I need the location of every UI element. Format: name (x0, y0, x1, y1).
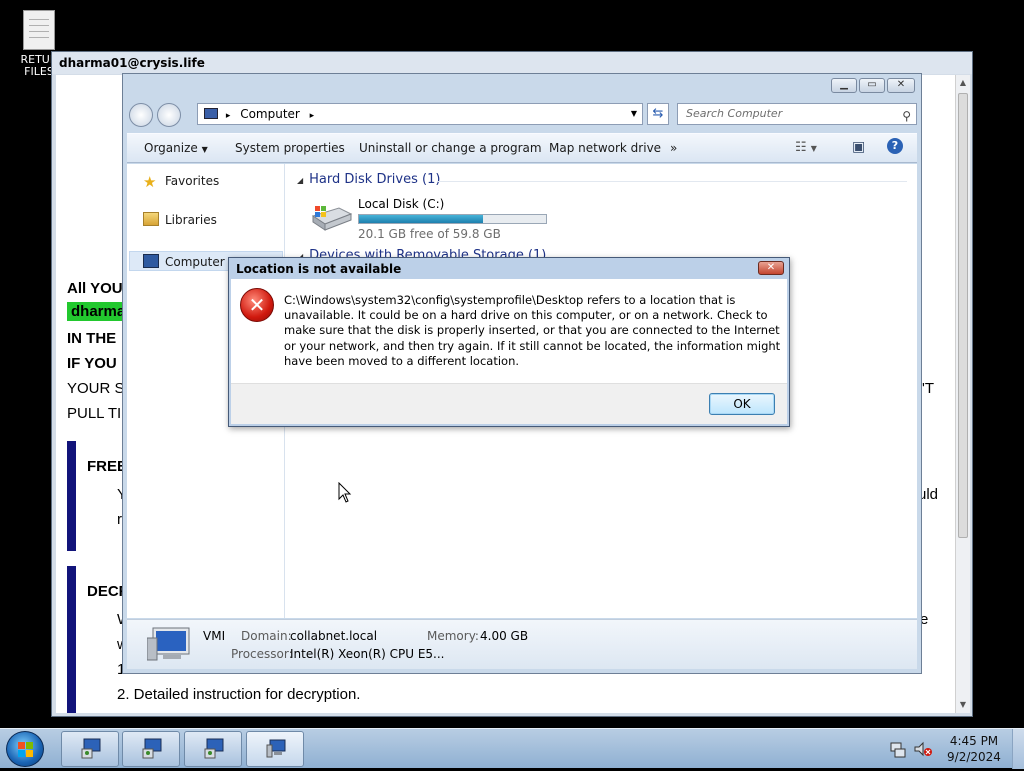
note-line-all-you: All YOU (67, 280, 123, 297)
taskbar-app-explorer[interactable] (246, 731, 304, 767)
command-bar: Organize ▼ System properties Uninstall o… (127, 133, 917, 163)
scroll-thumb[interactable] (958, 93, 968, 538)
note-email-tag: dharma (67, 302, 130, 321)
star-icon: ★ (143, 173, 157, 191)
taskbar-app-2[interactable] (122, 731, 180, 767)
dialog-body: ✕ C:\Windows\system32\config\systemprofi… (231, 279, 787, 383)
note-section-bar-free (67, 441, 76, 551)
computer-icon (266, 739, 286, 758)
nav-libraries[interactable]: Libraries (143, 212, 217, 227)
drive-usage-fill (359, 215, 484, 223)
details-pane: VMI Domain: collabnet.local Memory: 4.00… (127, 619, 917, 669)
dialog-title: Location is not available (236, 262, 402, 276)
system-clock[interactable]: 4:45 PM 9/2/2024 (946, 733, 1002, 765)
volume-muted-icon[interactable] (914, 741, 932, 757)
installer-icon (142, 738, 162, 759)
hard-drive-icon (311, 206, 353, 231)
mouse-cursor-icon (338, 482, 352, 503)
back-button[interactable] (129, 103, 153, 127)
search-input[interactable]: Search Computer ⚲ (677, 103, 917, 125)
note-line-if-you: IF YOU (67, 355, 117, 372)
address-dropdown-icon[interactable]: ▼ (631, 104, 637, 124)
clock-time: 4:45 PM (949, 734, 999, 748)
computer-icon (204, 108, 218, 119)
computer-icon (143, 254, 159, 268)
uninstall-program-button[interactable]: Uninstall or change a program (359, 141, 542, 155)
map-network-drive-button[interactable]: Map network drive (549, 141, 661, 155)
organize-button[interactable]: Organize ▼ (144, 141, 208, 155)
domain-value: collabnet.local (290, 629, 378, 643)
system-tray (885, 737, 935, 761)
start-button[interactable] (6, 731, 44, 767)
note-line-right-t: 'T (922, 380, 935, 397)
desktop: RETUR FILES dharma01@crysis.life All YOU… (0, 0, 1024, 728)
monitor-icon (147, 627, 190, 661)
window-controls: ▁ ▭ ✕ (831, 78, 915, 93)
note-line-in-the: IN THE (67, 330, 117, 347)
dialog-close-icon[interactable]: ✕ (758, 261, 784, 275)
error-icon: ✕ (240, 288, 274, 322)
nav-computer[interactable]: Computer (143, 254, 225, 269)
drive-free-space: 20.1 GB free of 59.8 GB (358, 227, 501, 241)
network-icon[interactable] (890, 742, 906, 758)
address-row: ▸ Computer ▸ ▼ ⇆ Search Computer ⚲ (127, 101, 917, 129)
note-heading-free: FREE (87, 458, 128, 475)
close-icon[interactable]: ✕ (887, 78, 915, 93)
group-divider (437, 181, 907, 182)
breadcrumb-computer[interactable]: Computer (240, 107, 300, 121)
installer-icon (81, 738, 101, 759)
dialog-message: C:\Windows\system32\config\systemprofile… (284, 293, 781, 368)
breadcrumb-arrow-icon[interactable]: ▸ (310, 111, 315, 121)
system-properties-button[interactable]: System properties (235, 141, 345, 155)
search-icon[interactable]: ⚲ (902, 106, 911, 126)
more-commands-button[interactable]: » (670, 141, 677, 155)
memory-value: 4.00 GB (480, 629, 529, 643)
scroll-down-arrow-icon[interactable]: ▼ (956, 697, 970, 713)
taskbar: 4:45 PM 9/2/2024 (0, 728, 1024, 769)
view-options-icon[interactable]: ☷ ▼ (795, 140, 817, 155)
note-decr-2: 2. Detailed instruction for decryption. (117, 686, 361, 703)
computer-name: VMI (203, 629, 226, 643)
windows-logo-icon (18, 742, 33, 757)
ransom-note-scrollbar[interactable]: ▲ ▼ (955, 75, 970, 713)
drive-name[interactable]: Local Disk (C:) (358, 197, 444, 211)
forward-button[interactable] (157, 103, 181, 127)
maximize-icon[interactable]: ▭ (859, 78, 885, 93)
refresh-icon: ⇆ (652, 106, 664, 121)
collapse-triangle-icon[interactable]: ◢ (297, 176, 303, 185)
dialog-footer: OK (231, 383, 787, 424)
error-dialog: Location is not available ✕ ✕ C:\Windows… (228, 257, 790, 427)
note-section-bar-decr (67, 566, 76, 713)
processor-value: Intel(R) Xeon(R) CPU E5... (290, 647, 445, 661)
installer-icon (204, 738, 224, 759)
taskbar-app-1[interactable] (61, 731, 119, 767)
libraries-icon (143, 212, 159, 226)
domain-label: Domain: (241, 629, 292, 643)
preview-pane-icon[interactable]: ▣ (852, 139, 865, 155)
drive-usage-bar (358, 214, 547, 224)
taskbar-app-3[interactable] (184, 731, 242, 767)
nav-favorites[interactable]: ★ Favorites (143, 173, 219, 191)
hard-disk-group-header[interactable]: ◢ Hard Disk Drives (1) (297, 172, 440, 187)
address-bar[interactable]: ▸ Computer ▸ ▼ (197, 103, 643, 125)
search-placeholder: Search Computer (686, 107, 783, 120)
scroll-up-arrow-icon[interactable]: ▲ (956, 75, 970, 91)
ransom-note-title[interactable]: dharma01@crysis.life (52, 52, 972, 74)
show-desktop-button[interactable] (1012, 729, 1024, 769)
breadcrumb-arrow-icon[interactable]: ▸ (226, 111, 231, 121)
document-icon (23, 10, 55, 50)
memory-label: Memory: (427, 629, 479, 643)
ok-button[interactable]: OK (709, 393, 775, 415)
clock-date: 9/2/2024 (947, 750, 1001, 764)
note-line-your-s: YOUR SI (67, 380, 129, 397)
help-icon[interactable]: ? (887, 138, 903, 154)
refresh-button[interactable]: ⇆ (647, 103, 669, 125)
processor-label: Processor: (231, 647, 293, 661)
minimize-icon[interactable]: ▁ (831, 78, 857, 93)
